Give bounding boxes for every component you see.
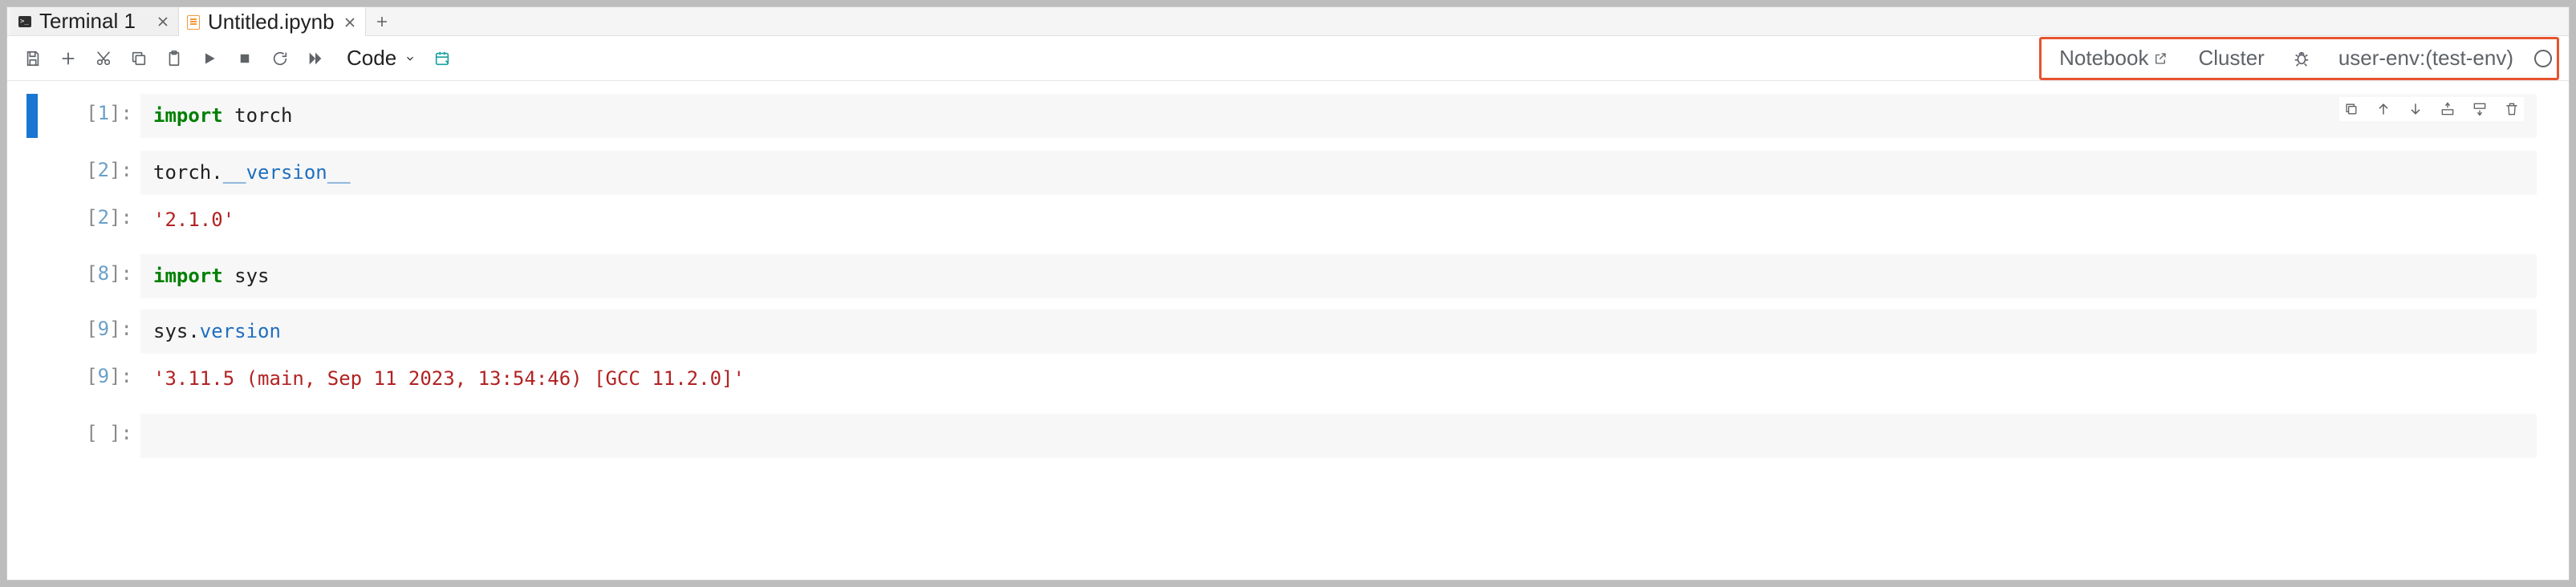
close-icon[interactable] (156, 14, 170, 29)
move-cell-down-button[interactable] (2403, 97, 2428, 121)
external-link-icon (2153, 51, 2168, 66)
cell-gutter (26, 310, 38, 354)
code-editor[interactable]: import sys (140, 254, 2537, 298)
debug-button[interactable] (2285, 43, 2318, 75)
open-notebook-button[interactable]: Notebook (2050, 43, 2177, 75)
tab-terminal[interactable]: >_ Terminal 1 (10, 7, 179, 35)
duplicate-cell-button[interactable] (2339, 97, 2363, 121)
tab-bar: >_ Terminal 1 Untitled.ipynb (7, 7, 2569, 36)
execution-count: [9]: (44, 310, 140, 348)
code-editor[interactable]: sys.version (140, 310, 2537, 354)
chevron-down-icon (404, 53, 416, 64)
cell-gutter (26, 414, 38, 458)
tab-notebook[interactable]: Untitled.ipynb (179, 7, 366, 36)
terminal-icon: >_ (18, 15, 31, 28)
output-cell: [9]:'3.11.5 (main, Sep 11 2023, 13:54:46… (7, 355, 2569, 403)
delete-cell-button[interactable] (2500, 97, 2524, 121)
run-button[interactable] (193, 43, 226, 75)
cluster-button[interactable]: Cluster (2188, 43, 2273, 75)
execution-count: [8]: (44, 254, 140, 293)
cell-toolbar (2339, 97, 2524, 121)
kernel-name-label: user-env:(test-env) (2338, 46, 2513, 71)
insert-cell-above-button[interactable] (2436, 97, 2460, 121)
code-editor[interactable]: import torch (140, 94, 2537, 138)
execution-count: [9]: (44, 357, 140, 395)
notebook-body[interactable]: [1]:import torch[2]:torch.__version__[2]… (7, 81, 2569, 580)
execution-count: [2]: (44, 198, 140, 237)
kernel-status-area: Notebook Cluster user-env:(test-env) (2039, 37, 2559, 80)
paste-button[interactable] (158, 43, 190, 75)
execution-count: [ ]: (44, 414, 140, 452)
output-text: '2.1.0' (140, 198, 2537, 242)
cell-type-label: Code (347, 46, 396, 71)
code-cell[interactable]: [2]:torch.__version__ (7, 149, 2569, 196)
move-cell-up-button[interactable] (2371, 97, 2395, 121)
output-text: '3.11.5 (main, Sep 11 2023, 13:54:46) [G… (140, 357, 2537, 401)
copy-button[interactable] (123, 43, 155, 75)
notebook-file-icon (187, 16, 200, 29)
render-button[interactable] (426, 43, 458, 75)
save-button[interactable] (17, 43, 49, 75)
execution-count: [1]: (44, 94, 140, 132)
execution-count: [2]: (44, 151, 140, 189)
cell-gutter (26, 254, 38, 298)
cluster-label: Cluster (2198, 46, 2264, 71)
kernel-selector[interactable]: user-env:(test-env) (2329, 43, 2523, 75)
tab-title: Untitled.ipynb (208, 10, 335, 34)
code-editor[interactable] (140, 414, 2537, 458)
code-editor[interactable]: torch.__version__ (140, 151, 2537, 195)
output-cell: [2]:'2.1.0' (7, 196, 2569, 244)
cell-type-dropdown[interactable]: Code (335, 44, 423, 73)
cell-gutter (26, 198, 38, 242)
notebook-toolbar: Code Notebook Cluster (7, 36, 2569, 81)
cut-button[interactable] (87, 43, 120, 75)
cell-gutter (26, 357, 38, 401)
notebook-label: Notebook (2059, 46, 2148, 71)
interrupt-button[interactable] (229, 43, 261, 75)
insert-cell-below-button[interactable] (2468, 97, 2492, 121)
close-icon[interactable] (343, 15, 357, 30)
insert-cell-button[interactable] (52, 43, 84, 75)
tab-title: Terminal 1 (39, 9, 148, 34)
restart-kernel-button[interactable] (264, 43, 296, 75)
bug-icon (2293, 50, 2310, 67)
code-cell[interactable]: [ ]: (7, 412, 2569, 459)
cell-gutter (26, 151, 38, 195)
add-tab-button[interactable] (366, 7, 398, 35)
restart-run-all-button[interactable] (299, 43, 331, 75)
code-cell[interactable]: [1]:import torch (7, 92, 2569, 140)
code-cell[interactable]: [8]:import sys (7, 253, 2569, 300)
kernel-idle-icon (2534, 50, 2552, 67)
code-cell[interactable]: [9]:sys.version (7, 308, 2569, 355)
cell-gutter (26, 94, 38, 138)
